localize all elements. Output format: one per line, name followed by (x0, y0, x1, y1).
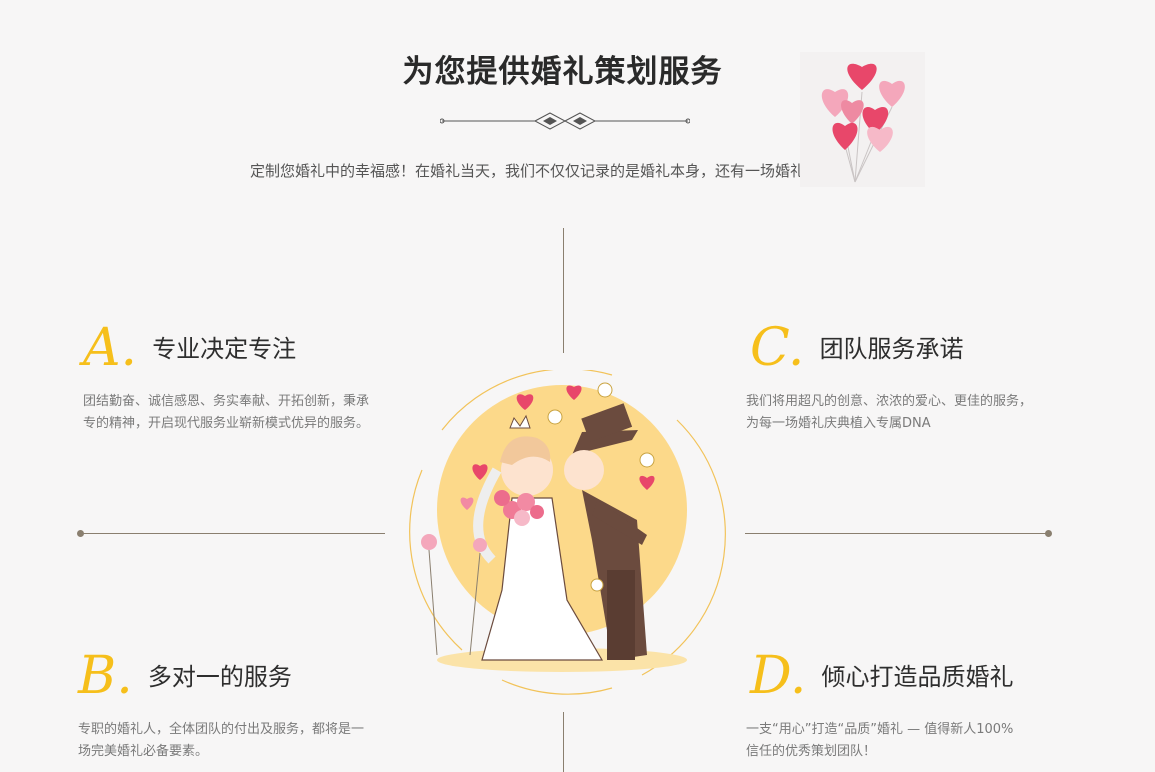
feature-title: 倾心打造品质婚礼 (821, 663, 1014, 691)
feature-letter: C. (750, 318, 805, 378)
feature-desc-line: 专职的婚礼人，全体团队的付出及服务，都将是一 (78, 722, 365, 737)
feature-desc: 专职的婚礼人，全体团队的付出及服务，都将是一 场完美婚礼必备要素。 (78, 719, 398, 763)
right-divider (745, 533, 1050, 534)
feature-desc-line: 一支“用心”打造“品质”婚礼 — 值得新人100% (746, 722, 1014, 737)
feature-c: C. 团队服务承诺 我们将用超凡的创意、浓浓的爱心、更佳的服务， 为每一场婚礼庆… (746, 322, 1080, 435)
right-divider-dot (1045, 530, 1052, 537)
ornament-divider-icon (440, 112, 690, 130)
feature-letter: A. (83, 318, 138, 378)
feature-a: A. 专业决定专注 团结勤奋、诚信感恩、务实奉献、开拓创新，秉承 专的精神，开启… (83, 322, 403, 435)
wedding-couple-illustration (409, 370, 726, 695)
feature-d: D. 倾心打造品质婚礼 一支“用心”打造“品质”婚礼 — 值得新人100% 信任… (746, 650, 1080, 763)
feature-desc: 我们将用超凡的创意、浓浓的爱心、更佳的服务， 为每一场婚礼庆典植入专属DNA (746, 391, 1080, 435)
feature-desc: 一支“用心”打造“品质”婚礼 — 值得新人100% 信任的优秀策划团队！ (746, 719, 1080, 763)
center-divider-bottom (563, 712, 564, 772)
feature-desc-line: 我们将用超凡的创意、浓浓的爱心、更佳的服务， (746, 394, 1033, 409)
feature-desc-line: 场完美婚礼必备要素。 (78, 744, 209, 759)
left-divider (80, 533, 385, 534)
page-title: 为您提供婚礼策划服务 (402, 54, 723, 90)
heart-balloons-icon (800, 52, 925, 187)
feature-letter: D. (750, 646, 807, 706)
feature-desc: 团结勤奋、诚信感恩、务实奉献、开拓创新，秉承 专的精神，开启现代服务业崭新模式优… (83, 391, 403, 435)
feature-title: 专业决定专注 (152, 335, 297, 363)
page-subtitle: 定制您婚礼中的幸福感！在婚礼当天，我们不仅仅记录的是婚礼本身，还有一场婚礼的气质… (249, 162, 865, 180)
feature-b: B. 多对一的服务 专职的婚礼人，全体团队的付出及服务，都将是一 场完美婚礼必备… (78, 650, 398, 763)
feature-desc-line: 信任的优秀策划团队！ (746, 744, 877, 759)
feature-letter: B. (78, 646, 133, 706)
feature-desc-line: 为每一场婚礼庆典植入专属DNA (746, 416, 931, 431)
feature-desc-line: 专的精神，开启现代服务业崭新模式优异的服务。 (83, 416, 370, 431)
feature-desc-line: 团结勤奋、诚信感恩、务实奉献、开拓创新，秉承 (83, 394, 370, 409)
feature-title: 团队服务承诺 (819, 335, 964, 363)
center-divider-top (563, 228, 564, 353)
feature-title: 多对一的服务 (147, 663, 292, 691)
